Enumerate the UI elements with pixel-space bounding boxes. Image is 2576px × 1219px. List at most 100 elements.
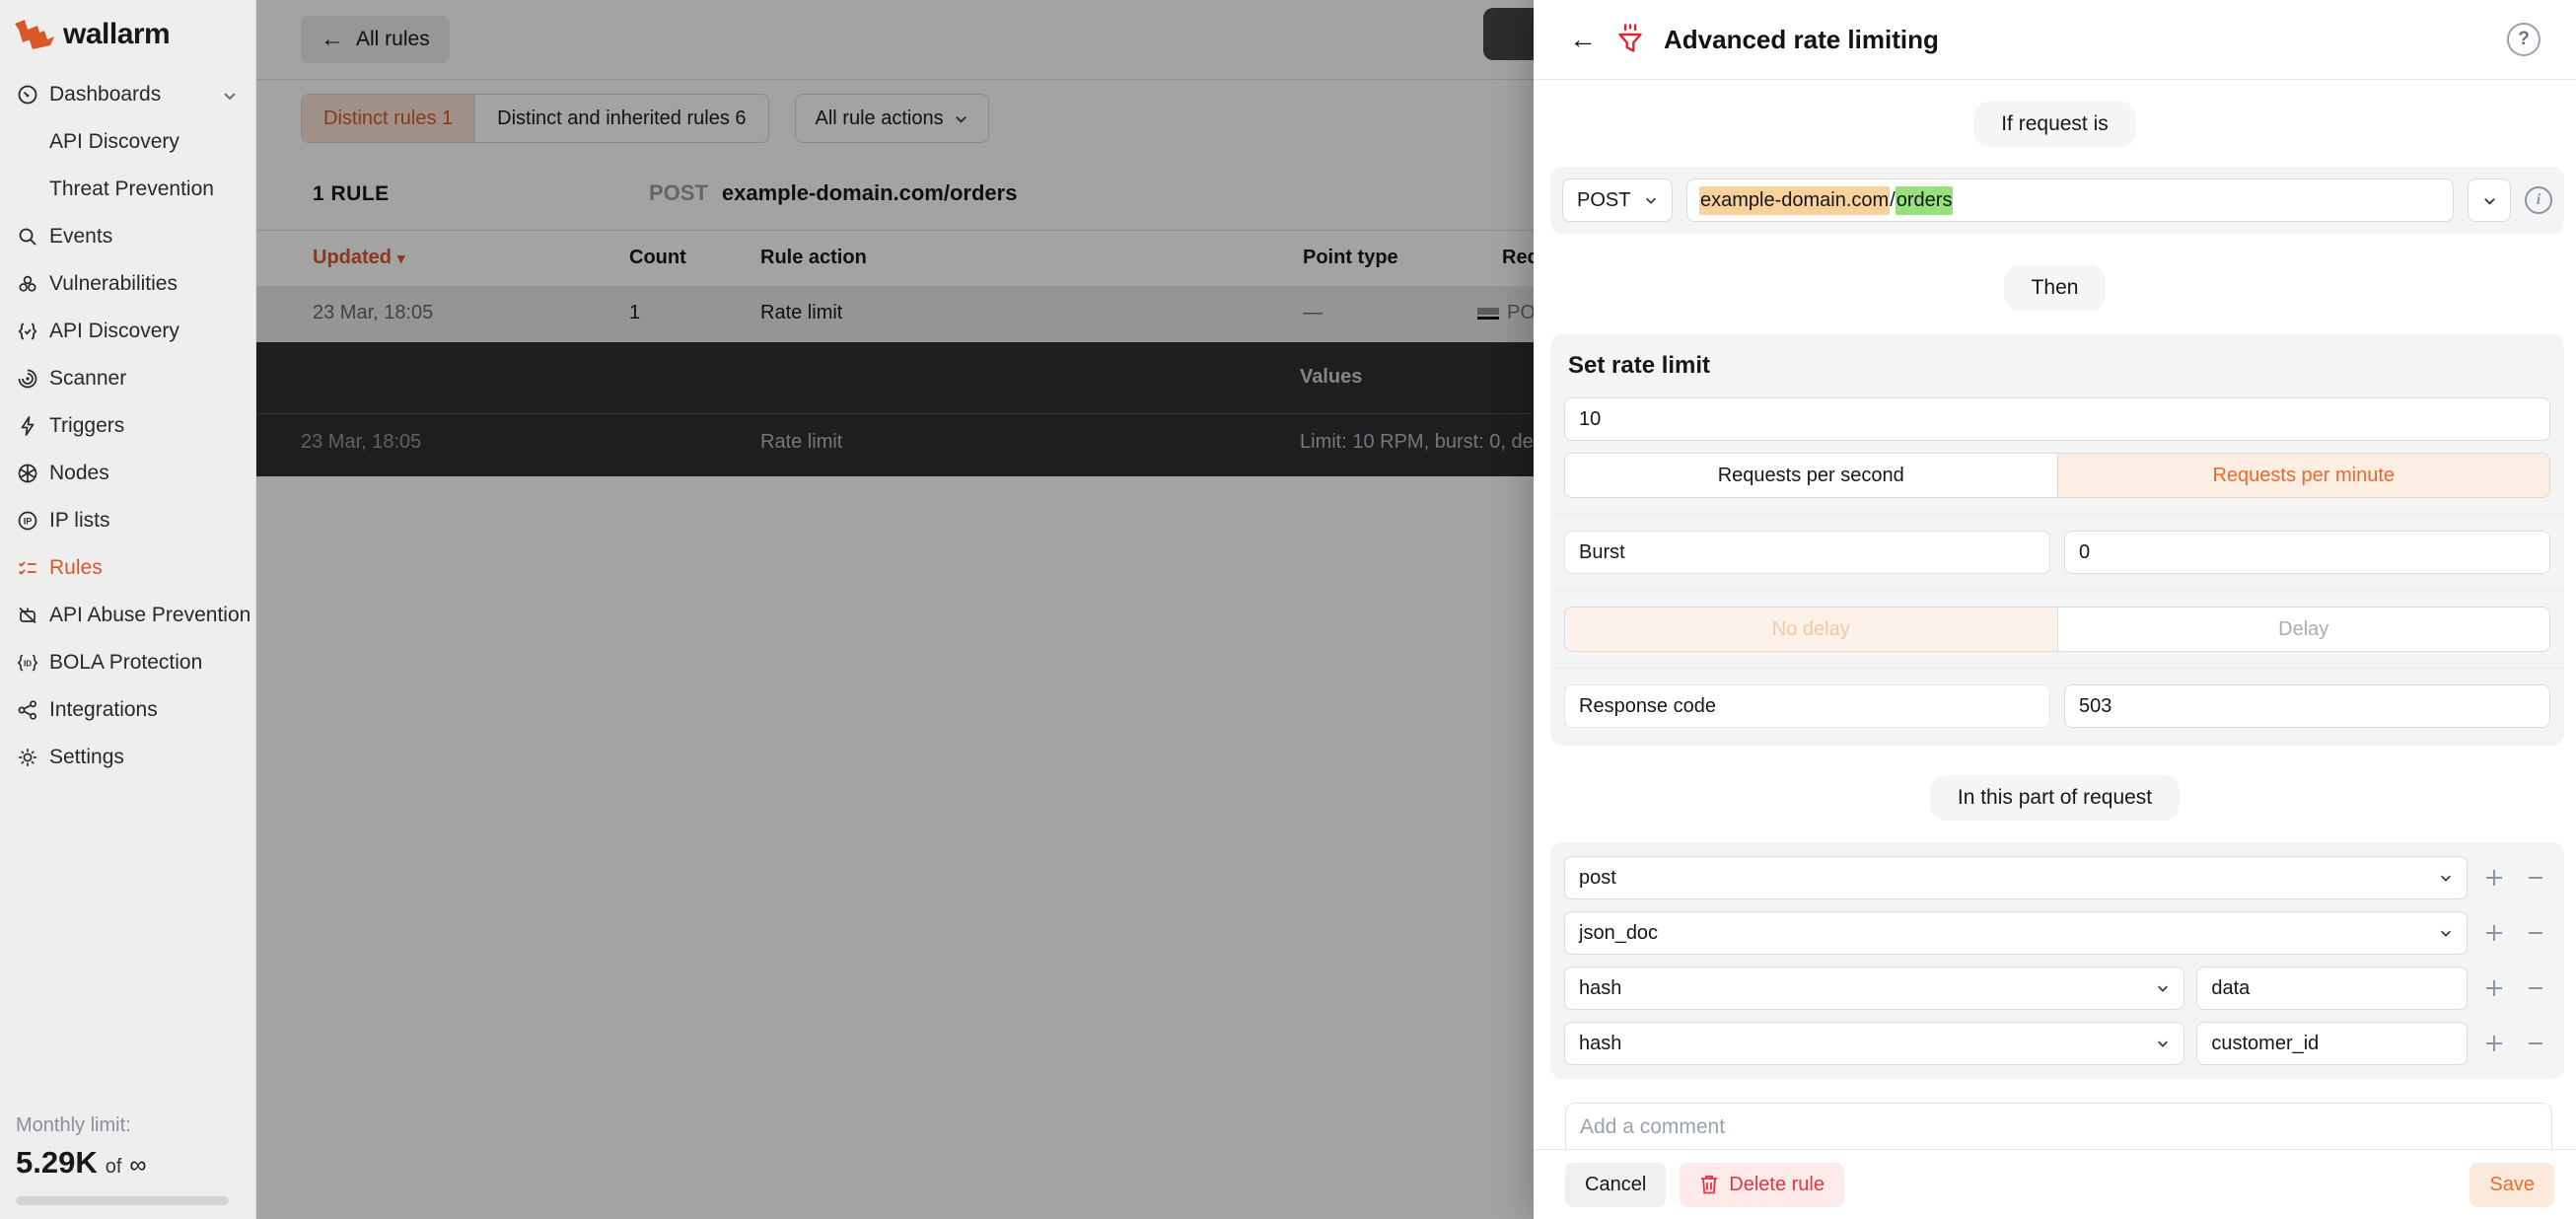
no-delay-option[interactable]: No delay [1565, 608, 2057, 651]
panel-body: If request is POST example-domain.com/or… [1534, 80, 2576, 1149]
sidebar-nav: Dashboards API Discovery Threat Preventi… [0, 71, 255, 781]
svg-text:IP: IP [24, 517, 33, 527]
rules-checklist-icon [16, 556, 39, 580]
lightning-icon [16, 414, 39, 438]
minus-icon [2525, 922, 2546, 944]
panel-back-button[interactable]: ← [1569, 26, 1597, 53]
chevron-down-icon [2439, 926, 2453, 940]
monthly-limit-label: Monthly limit: [16, 1114, 241, 1137]
chevron-down-icon [2439, 871, 2453, 885]
advanced-rate-limiting-panel: ← Advanced rate limiting ? If request is… [1534, 0, 2576, 1219]
search-icon [16, 225, 39, 249]
comment-textarea[interactable] [1565, 1103, 2552, 1149]
sidebar-item-vulnerabilities[interactable]: Vulnerabilities [0, 260, 255, 308]
url-domain-token: example-domain.com [1699, 186, 1890, 215]
chevron-down-icon [2482, 193, 2497, 208]
part-type-select[interactable]: post [1564, 856, 2468, 899]
wallarm-app: wallarm Dashboards API Discovery Threat … [0, 0, 2576, 1219]
minus-icon [2525, 977, 2546, 999]
logo[interactable]: wallarm [0, 0, 255, 51]
panel-title: Advanced rate limiting [1664, 25, 2487, 55]
sidebar-item-triggers[interactable]: Triggers [0, 402, 255, 450]
remove-part-button[interactable] [2521, 973, 2550, 1003]
trash-icon [1699, 1174, 1719, 1195]
info-icon[interactable]: i [2525, 186, 2552, 214]
sidebar-item-settings[interactable]: Settings [0, 734, 255, 781]
help-icon[interactable]: ? [2507, 23, 2540, 56]
monthly-limit-value: 5.29K [16, 1145, 98, 1181]
monthly-limit-progressbar [16, 1196, 229, 1205]
braces-check-icon [16, 320, 39, 343]
minus-icon [2525, 1033, 2546, 1054]
sidebar-item-api-abuse-prevention[interactable]: API Abuse Prevention [0, 592, 255, 639]
sidebar-item-ip-lists[interactable]: IP IP lists [0, 497, 255, 544]
save-button[interactable]: Save [2469, 1163, 2554, 1207]
in-part-of-request-pill: In this part of request [1930, 775, 2180, 821]
scanner-icon [16, 367, 39, 391]
burst-value-input[interactable] [2064, 531, 2550, 574]
part-type-select[interactable]: hash [1564, 1022, 2184, 1065]
url-path-token: orders [1896, 186, 1954, 215]
wallarm-logo-icon [15, 20, 54, 49]
method-select[interactable]: POST [1562, 179, 1673, 222]
remove-part-button[interactable] [2521, 918, 2550, 948]
delay-option[interactable]: Delay [2057, 608, 2550, 651]
chevron-down-icon [2156, 1037, 2170, 1050]
response-code-input[interactable] [2064, 684, 2550, 728]
part-key-input[interactable] [2196, 967, 2468, 1010]
divider [1550, 668, 2564, 669]
svg-text:ID: ID [24, 659, 32, 668]
bola-id-icon: ID [16, 651, 39, 675]
plus-icon [2483, 1033, 2505, 1054]
rate-limit-card: Set rate limit Requests per second Reque… [1550, 334, 2564, 746]
request-part-row: hash [1564, 967, 2550, 1010]
gauge-icon [16, 83, 39, 107]
logo-text: wallarm [63, 18, 170, 51]
add-part-button[interactable] [2479, 918, 2509, 948]
request-part-row: json_doc [1564, 911, 2550, 955]
sidebar-item-scanner[interactable]: Scanner [0, 355, 255, 402]
part-type-select[interactable]: json_doc [1564, 911, 2468, 955]
gear-icon [16, 746, 39, 769]
chevron-down-icon[interactable] [222, 86, 238, 109]
chevron-down-icon [1644, 193, 1658, 207]
request-parts-card: post json_doc hash [1550, 842, 2564, 1079]
ip-lists-icon: IP [16, 509, 39, 533]
sidebar-item-api-discovery[interactable]: API Discovery [0, 308, 255, 355]
rate-limit-value-input[interactable] [1564, 397, 2550, 441]
part-type-select[interactable]: hash [1564, 967, 2184, 1010]
sidebar-item-label: Dashboards [49, 83, 161, 107]
add-part-button[interactable] [2479, 863, 2509, 893]
biohazard-icon [16, 272, 39, 296]
url-condition-input[interactable]: example-domain.com/orders [1686, 179, 2454, 222]
delete-rule-button[interactable]: Delete rule [1680, 1163, 1844, 1207]
requests-per-second-option[interactable]: Requests per second [1565, 454, 2057, 497]
sidebar-item-api-discovery-dash[interactable]: API Discovery [0, 118, 255, 166]
url-dropdown-button[interactable] [2468, 179, 2511, 222]
remove-part-button[interactable] [2521, 1029, 2550, 1058]
sidebar-item-nodes[interactable]: Nodes [0, 450, 255, 497]
panel-footer: Cancel Delete rule Save [1534, 1149, 2576, 1219]
sidebar-item-integrations[interactable]: Integrations [0, 686, 255, 734]
divider [1550, 590, 2564, 591]
sidebar-item-rules[interactable]: Rules [0, 544, 255, 592]
panel-header: ← Advanced rate limiting ? [1534, 0, 2576, 80]
sidebar-item-events[interactable]: Events [0, 213, 255, 260]
part-key-input[interactable] [2196, 1022, 2468, 1065]
remove-part-button[interactable] [2521, 863, 2550, 893]
request-part-row: post [1564, 856, 2550, 899]
rate-limit-heading: Set rate limit [1564, 352, 2550, 380]
rate-unit-segmented: Requests per second Requests per minute [1564, 453, 2550, 498]
add-part-button[interactable] [2479, 973, 2509, 1003]
bot-blocked-icon [16, 604, 39, 627]
add-part-button[interactable] [2479, 1029, 2509, 1058]
sidebar-item-dashboards[interactable]: Dashboards [0, 71, 255, 118]
then-pill: Then [2004, 265, 2107, 311]
cancel-button[interactable]: Cancel [1565, 1163, 1666, 1207]
monthly-limit-of: of [106, 1156, 122, 1179]
sidebar-item-threat-prevention[interactable]: Threat Prevention [0, 166, 255, 213]
chevron-down-icon [2156, 981, 2170, 995]
requests-per-minute-option[interactable]: Requests per minute [2057, 454, 2550, 497]
sidebar-item-bola-protection[interactable]: ID BOLA Protection [0, 639, 255, 686]
infinity-symbol: ∞ [129, 1152, 146, 1180]
